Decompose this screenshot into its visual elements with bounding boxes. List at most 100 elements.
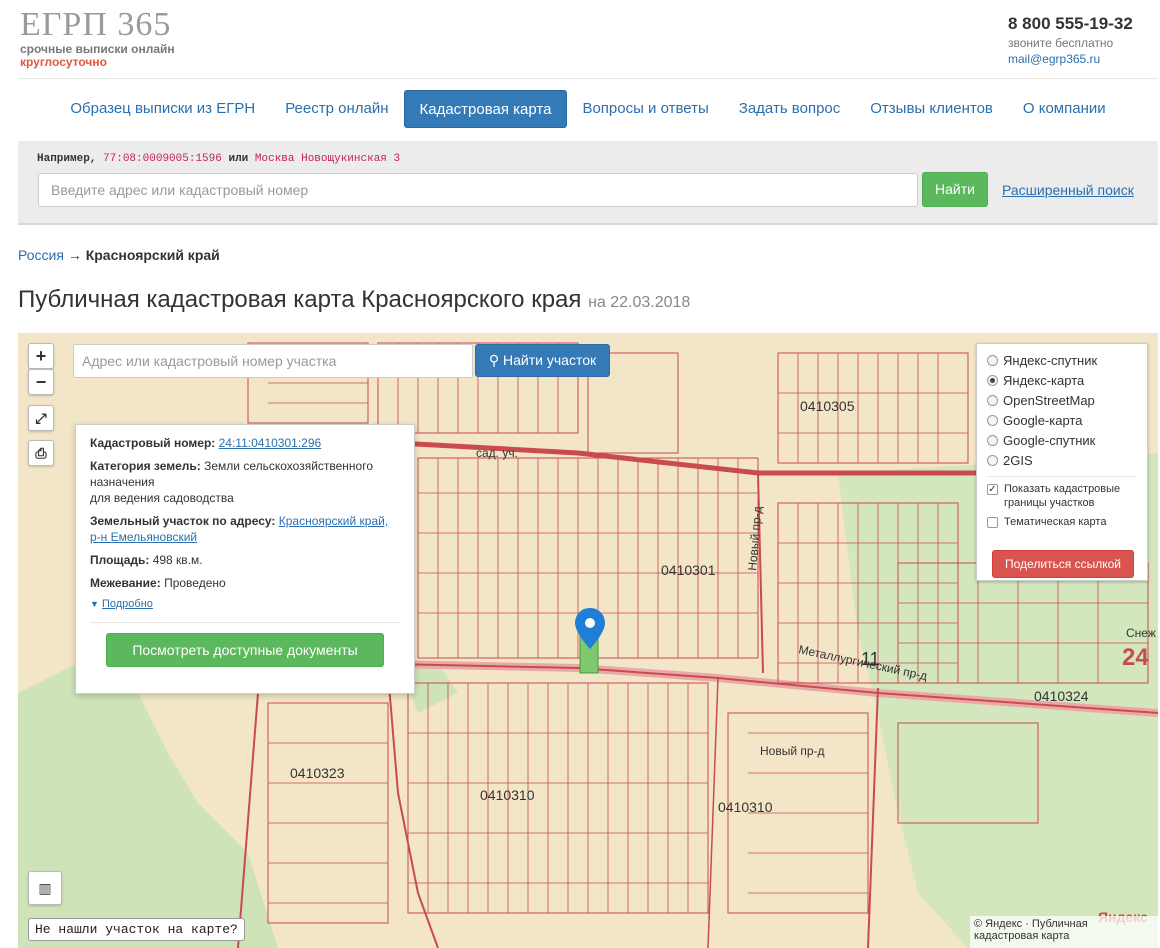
search-button[interactable]: Найти bbox=[922, 172, 988, 207]
divider bbox=[90, 622, 400, 623]
main-search-input[interactable]: Введите адрес или кадастровый номер bbox=[38, 173, 918, 207]
street-label: сад. уч. bbox=[476, 446, 518, 460]
info-address: Земельный участок по адресу: Красноярски… bbox=[90, 513, 400, 545]
ruler-icon[interactable]: ▥ bbox=[28, 871, 62, 905]
layer-option[interactable]: 2GIS bbox=[987, 450, 1137, 470]
quarter-label: 0410305 bbox=[800, 398, 855, 414]
radio-icon[interactable] bbox=[987, 454, 998, 466]
fullscreen-icon[interactable]: ⤢ bbox=[28, 405, 54, 431]
thematic-label: Тематическая карта bbox=[1004, 516, 1107, 528]
logo-subtitle-2: круглосуточно bbox=[20, 55, 107, 69]
layer-option[interactable]: Яндекс-спутник bbox=[987, 350, 1137, 370]
radio-icon[interactable] bbox=[987, 394, 998, 406]
info-label: Площадь: bbox=[90, 553, 150, 567]
cadastral-map[interactable]: 0410305 0410301 0410324 0410323 0410310 … bbox=[18, 333, 1158, 948]
not-found-button[interactable]: Не нашли участок на карте? bbox=[28, 918, 245, 941]
breadcrumb-current: Красноярский край bbox=[85, 247, 220, 263]
district-number: 24 bbox=[1122, 644, 1149, 671]
parcel-info-popup: Кадастровый номер: 24:11:0410301:296 Кат… bbox=[75, 424, 415, 694]
radio-icon[interactable] bbox=[987, 414, 998, 426]
breadcrumb-arrow: → bbox=[67, 247, 82, 263]
logo-subtitle: срочные выписки онлайн bbox=[20, 42, 175, 56]
info-value: Проведено bbox=[164, 576, 226, 590]
info-label: Земельный участок по адресу: bbox=[90, 514, 276, 528]
nav-item-ask[interactable]: Задать вопрос bbox=[724, 90, 855, 128]
site-header: ЕГРП 365 срочные выписки онлайн круглосу… bbox=[0, 0, 1160, 78]
area-number: 11 bbox=[861, 649, 880, 669]
search-icon: ⚲ bbox=[488, 352, 504, 368]
page-title-date: на 22.03.2018 bbox=[588, 294, 691, 311]
street-label: Новый пр-д bbox=[760, 744, 825, 758]
layer-option[interactable]: OpenStreetMap bbox=[987, 390, 1137, 410]
layer-label: 2GIS bbox=[1003, 452, 1033, 468]
breadcrumb-root[interactable]: Россия bbox=[18, 247, 64, 263]
zoom-in-button[interactable]: + bbox=[28, 343, 54, 369]
nav-item-about[interactable]: О компании bbox=[1008, 90, 1121, 128]
quarter-label: 0410310 bbox=[718, 799, 773, 815]
show-borders-toggle[interactable]: ✓ Показать кадастровые границы участков bbox=[987, 482, 1137, 510]
phone-number[interactable]: 8 800 555-19-32 bbox=[1008, 14, 1143, 34]
info-cadastral-number: Кадастровый номер: 24:11:0410301:296 bbox=[90, 435, 400, 451]
checkbox-icon[interactable] bbox=[987, 517, 998, 528]
example-prefix: Например, bbox=[37, 153, 97, 165]
example-or: или bbox=[228, 153, 249, 165]
nav-item-reviews[interactable]: Отзывы клиентов bbox=[855, 90, 1008, 128]
phone-note: звоните бесплатно bbox=[1008, 36, 1114, 50]
map-copyright[interactable]: © Яндекс · Публичная кадастровая карта bbox=[970, 916, 1158, 948]
logo-title: ЕГРП 365 bbox=[20, 6, 172, 43]
nav-item-cadastral-map[interactable]: Кадастровая карта bbox=[403, 90, 568, 128]
layer-panel: Яндекс-спутник Яндекс-карта OpenStreetMa… bbox=[976, 343, 1148, 581]
print-icon[interactable]: ⎙ bbox=[28, 440, 54, 466]
contacts-block: 8 800 555-19-32 звоните бесплатно mail@e… bbox=[1008, 14, 1143, 66]
search-band: Например, 77:08:0009005:1596 или Москва … bbox=[18, 141, 1158, 225]
place-label: Снеж bbox=[1126, 626, 1156, 640]
example-address[interactable]: Москва Новощукинская 3 bbox=[255, 153, 400, 165]
details-toggle[interactable]: ▼ Подробно bbox=[90, 598, 400, 610]
radio-icon[interactable] bbox=[987, 434, 998, 446]
breadcrumb: Россия → Красноярский край bbox=[18, 247, 220, 263]
site-logo[interactable]: ЕГРП 365 срочные выписки онлайн круглосу… bbox=[20, 6, 175, 69]
quarter-label: 0410324 bbox=[1034, 688, 1089, 704]
layer-option[interactable]: Google-карта bbox=[987, 410, 1137, 430]
layer-label: Google-спутник bbox=[1003, 432, 1096, 448]
email-link[interactable]: mail@egrp365.ru bbox=[1008, 52, 1143, 66]
find-parcel-button[interactable]: ⚲ Найти участок bbox=[475, 344, 610, 377]
quarter-label: 0410301 bbox=[661, 562, 716, 578]
info-land-category: Категория земель: Земли сельскохозяйстве… bbox=[90, 458, 400, 506]
nav-item-faq[interactable]: Вопросы и ответы bbox=[567, 90, 723, 128]
info-label: Межевание: bbox=[90, 576, 161, 590]
layer-option[interactable]: Google-спутник bbox=[987, 430, 1137, 450]
info-label: Категория земель: bbox=[90, 459, 201, 473]
search-example: Например, 77:08:0009005:1596 или Москва … bbox=[37, 153, 400, 165]
layer-option[interactable]: Яндекс-карта bbox=[987, 370, 1137, 390]
page-title-text: Публичная кадастровая карта Красноярског… bbox=[18, 286, 582, 313]
radio-icon[interactable] bbox=[987, 374, 998, 386]
triangle-down-icon: ▼ bbox=[90, 599, 99, 609]
layer-label: Google-карта bbox=[1003, 412, 1083, 428]
details-label: Подробно bbox=[101, 598, 153, 610]
thematic-toggle[interactable]: Тематическая карта bbox=[987, 515, 1137, 529]
map-search-input[interactable]: Адрес или кадастровый номер участка bbox=[73, 344, 473, 378]
nav-item-registry[interactable]: Реестр онлайн bbox=[270, 90, 403, 128]
find-parcel-label: Найти участок bbox=[503, 352, 597, 368]
checkbox-checked-icon[interactable]: ✓ bbox=[987, 484, 998, 495]
page-title: Публичная кадастровая карта Красноярског… bbox=[18, 286, 690, 314]
advanced-search-link[interactable]: Расширенный поиск bbox=[1002, 182, 1134, 198]
radio-icon[interactable] bbox=[987, 354, 998, 366]
layer-label: OpenStreetMap bbox=[1003, 392, 1095, 408]
main-nav: Образец выписки из ЕГРН Реестр онлайн Ка… bbox=[18, 90, 1158, 128]
cadastral-number-link[interactable]: 24:11:0410301:296 bbox=[219, 436, 322, 450]
info-survey: Межевание: Проведено bbox=[90, 575, 400, 591]
layer-label: Яндекс-спутник bbox=[1003, 352, 1098, 368]
share-link-button[interactable]: Поделиться ссылкой bbox=[992, 550, 1134, 578]
info-value: 498 кв.м. bbox=[152, 553, 203, 567]
show-borders-label: Показать кадастровые границы участков bbox=[1004, 483, 1121, 509]
quarter-label: 0410323 bbox=[290, 765, 345, 781]
info-value: для ведения садоводства bbox=[90, 491, 234, 505]
view-documents-button[interactable]: Посмотреть доступные документы bbox=[106, 633, 384, 667]
header-divider bbox=[18, 78, 1158, 79]
example-code[interactable]: 77:08:0009005:1596 bbox=[103, 153, 222, 165]
zoom-out-button[interactable]: − bbox=[28, 369, 54, 395]
nav-item-sample[interactable]: Образец выписки из ЕГРН bbox=[55, 90, 270, 128]
info-label: Кадастровый номер: bbox=[90, 436, 216, 450]
